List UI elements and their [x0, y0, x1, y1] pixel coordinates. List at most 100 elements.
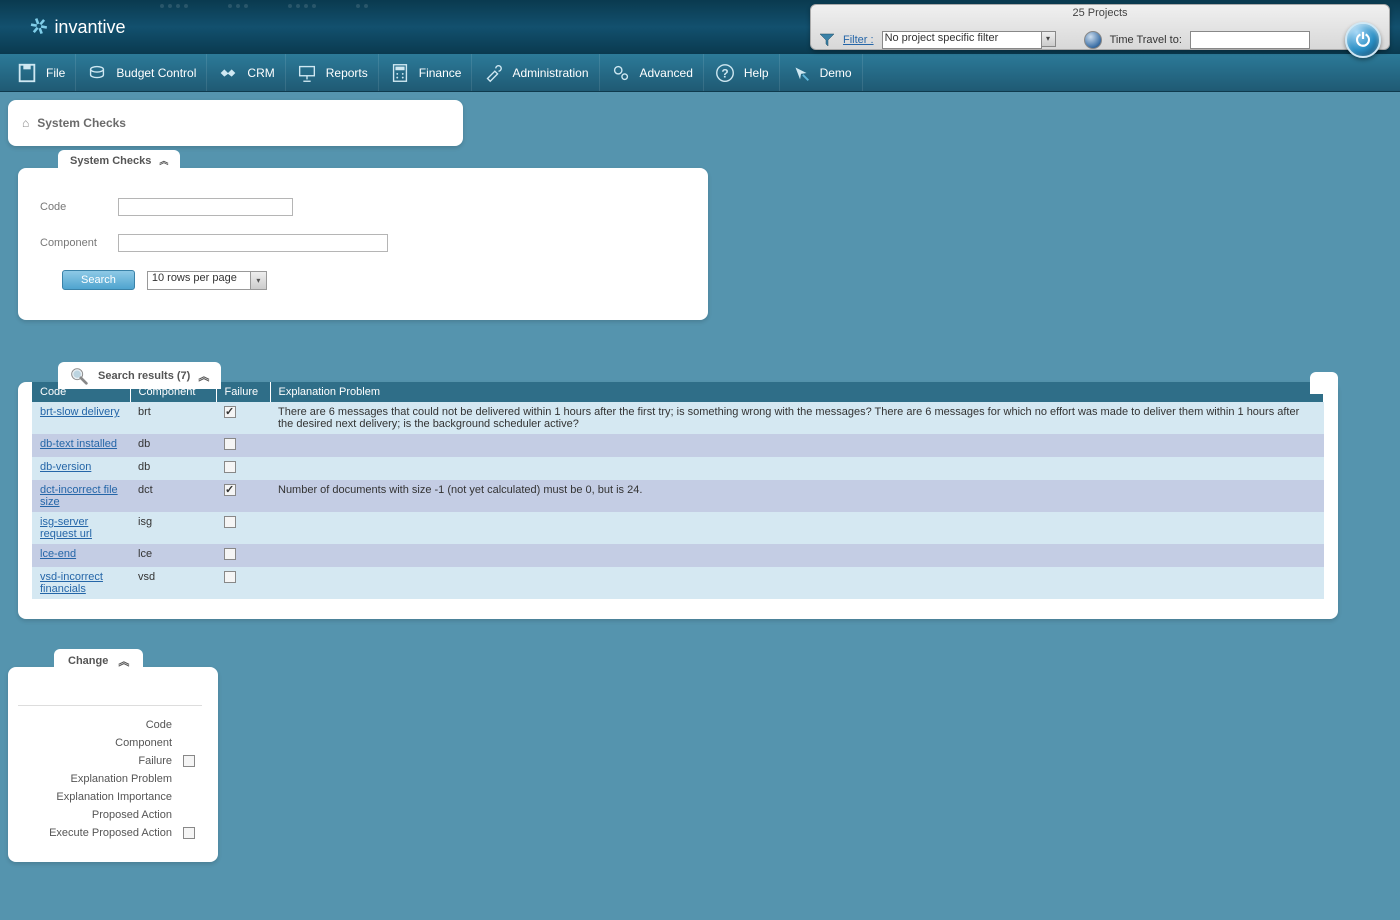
code-link[interactable]: vsd-incorrect financials — [40, 571, 103, 595]
code-input[interactable] — [118, 198, 293, 216]
menu-label: Administration — [512, 66, 588, 80]
logo-icon: ✲ — [26, 12, 52, 43]
change-field-label: Explanation Problem — [70, 773, 172, 785]
cell-component: db — [130, 457, 216, 480]
rows-per-page-select[interactable]: 10 rows per page — [147, 271, 251, 290]
table-row: isg-server request urlisg — [32, 512, 1324, 544]
cell-explanation — [270, 567, 1324, 599]
calculator-icon — [389, 62, 411, 84]
failure-checkbox[interactable] — [224, 548, 236, 560]
code-label: Code — [40, 201, 100, 213]
filter-panel-tab: System Checks ︽ — [58, 150, 180, 169]
change-field-row: Explanation Problem — [18, 770, 202, 788]
chevron-down-icon[interactable]: ▾ — [1042, 31, 1056, 47]
change-field-label: Execute Proposed Action — [49, 827, 172, 839]
power-button[interactable]: ⏻ — [1345, 22, 1381, 58]
filter-icon — [819, 32, 835, 48]
search-icon — [68, 365, 90, 387]
code-link[interactable]: brt-slow delivery — [40, 406, 119, 418]
menu-label: Finance — [419, 66, 462, 80]
system-checks-filter-panel: System Checks ︽ Code Component Search 10… — [18, 168, 708, 320]
change-tab: Change ︽ — [54, 649, 143, 671]
time-travel-label: Time Travel to: — [1110, 34, 1182, 46]
table-row: db-text installed db — [32, 434, 1324, 457]
results-tab: Search results (7) ︽ — [58, 362, 221, 389]
menu-administration[interactable]: Administration — [472, 54, 599, 91]
menu-help[interactable]: ? Help — [704, 54, 780, 91]
pointer-icon — [790, 62, 812, 84]
menu-file[interactable]: File — [6, 54, 76, 91]
failure-checkbox[interactable] — [224, 484, 236, 496]
failure-checkbox[interactable] — [224, 406, 236, 418]
collapse-icon[interactable]: ︽ — [118, 653, 129, 669]
table-row: lce-end lce — [32, 544, 1324, 567]
collapse-icon[interactable]: ︽ — [159, 154, 168, 167]
projects-count: 25 Projects — [811, 5, 1389, 20]
menu-crm[interactable]: CRM — [207, 54, 285, 91]
code-link[interactable]: dct-incorrect file size — [40, 484, 118, 508]
change-field-label: Code — [146, 719, 172, 731]
code-link[interactable]: db-version — [40, 461, 91, 473]
failure-checkbox[interactable] — [224, 516, 236, 528]
menu-reports[interactable]: Reports — [286, 54, 379, 91]
code-link[interactable]: lce-end — [40, 548, 76, 560]
search-results-panel: Search results (7) ︽ Code Component Fail… — [18, 382, 1338, 619]
menu-label: CRM — [247, 66, 274, 80]
results-extra-tab[interactable] — [1310, 372, 1338, 394]
failure-checkbox[interactable] — [224, 571, 236, 583]
svg-text:?: ? — [721, 66, 728, 80]
breadcrumb-title: System Checks — [37, 116, 126, 130]
project-filter-select[interactable]: No project specific filter — [882, 31, 1042, 49]
change-field-row: Proposed Action — [18, 806, 202, 824]
cell-explanation: Number of documents with size -1 (not ye… — [270, 480, 1324, 512]
menu-finance[interactable]: Finance — [379, 54, 473, 91]
time-travel-input[interactable] — [1190, 31, 1310, 49]
table-row: dct-incorrect file sizedctNumber of docu… — [32, 480, 1324, 512]
menu-label: Help — [744, 66, 769, 80]
component-label: Component — [40, 237, 100, 249]
power-icon: ⏻ — [1356, 30, 1370, 51]
change-field-row: Execute Proposed Action — [18, 824, 202, 842]
menu-advanced[interactable]: Advanced — [600, 54, 704, 91]
code-link[interactable]: isg-server request url — [40, 516, 92, 540]
table-row: brt-slow delivery brt There are 6 messages… — [32, 402, 1324, 434]
cell-component: db — [130, 434, 216, 457]
chevron-down-icon[interactable]: ▾ — [251, 271, 267, 290]
cell-explanation: There are 6 messages that could not be d… — [270, 402, 1324, 434]
cell-explanation — [270, 544, 1324, 567]
failure-checkbox[interactable] — [224, 438, 236, 450]
project-filter-bar: 25 Projects Filter : No project specific… — [810, 4, 1390, 50]
menu-budget-control[interactable]: Budget Control — [76, 54, 207, 91]
save-icon — [16, 62, 38, 84]
menu-label: Demo — [820, 66, 852, 80]
change-panel: Change ︽ CodeComponentFailureExplanation… — [8, 667, 218, 862]
code-link[interactable]: db-text installed — [40, 438, 117, 450]
cell-component: brt — [130, 402, 216, 434]
breadcrumb: ⌂ System Checks — [8, 100, 463, 146]
cell-explanation — [270, 457, 1324, 480]
change-checkbox[interactable] — [183, 755, 195, 767]
table-row: vsd-incorrect financials vsd — [32, 567, 1324, 599]
menu-label: Reports — [326, 66, 368, 80]
filter-link[interactable]: Filter : — [843, 34, 874, 46]
col-header-explanation[interactable]: Explanation Problem — [270, 382, 1324, 402]
cell-explanation — [270, 434, 1324, 457]
search-button[interactable]: Search — [62, 270, 135, 290]
failure-checkbox[interactable] — [224, 461, 236, 473]
tools-icon — [482, 62, 504, 84]
gears-icon — [610, 62, 632, 84]
change-field-label: Failure — [138, 755, 172, 767]
change-checkbox[interactable] — [183, 827, 195, 839]
change-field-row: Component — [18, 734, 202, 752]
change-tab-title: Change — [68, 655, 108, 667]
menu-label: File — [46, 66, 65, 80]
cell-component: lce — [130, 544, 216, 567]
collapse-icon[interactable]: ︽ — [198, 368, 209, 384]
globe-icon — [1084, 31, 1102, 49]
home-icon[interactable]: ⌂ — [22, 116, 29, 130]
component-input[interactable] — [118, 234, 388, 252]
cell-component: vsd — [130, 567, 216, 599]
col-header-failure[interactable]: Failure — [216, 382, 270, 402]
menu-label: Advanced — [640, 66, 693, 80]
change-field-row: Failure — [18, 752, 202, 770]
